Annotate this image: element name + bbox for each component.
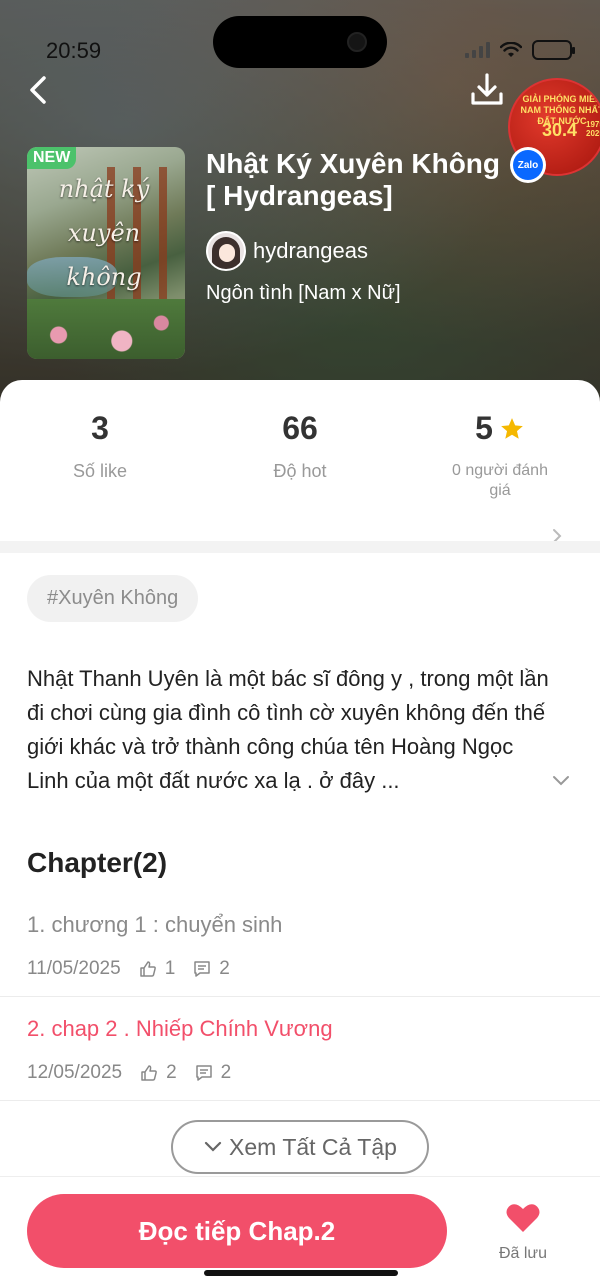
see-all-label: Xem Tất Cả Tập bbox=[229, 1133, 397, 1160]
chevron-down-icon bbox=[204, 1141, 222, 1152]
divider bbox=[0, 996, 600, 997]
saved-label: Đã lưu bbox=[498, 1245, 548, 1262]
likes-count: 3 bbox=[91, 410, 109, 446]
comment-icon bbox=[195, 1065, 212, 1081]
see-all-chapters-button[interactable]: Xem Tất Cả Tập bbox=[171, 1120, 429, 1174]
section-divider bbox=[0, 541, 600, 553]
chapter-comments: 2 bbox=[219, 958, 230, 979]
chapter-likes: 2 bbox=[166, 1062, 177, 1083]
new-badge: NEW bbox=[27, 147, 77, 169]
cover-title: nhật ký xuyên không bbox=[58, 175, 150, 291]
tag-chip[interactable]: #Xuyên Không bbox=[27, 575, 199, 622]
home-indicator bbox=[204, 1270, 398, 1276]
divider bbox=[0, 1100, 600, 1101]
dynamic-island bbox=[213, 16, 387, 68]
stat-hot: 66 Độ hot bbox=[200, 410, 400, 481]
heart-icon[interactable] bbox=[505, 1202, 541, 1234]
battery-icon bbox=[532, 40, 575, 60]
zalo-share-icon[interactable]: Zalo bbox=[510, 147, 546, 183]
status-time: 20:59 bbox=[46, 38, 102, 63]
stats-row: 3 Số like 66 Độ hot 5 0 người đánh giá bbox=[0, 410, 600, 543]
promo-years: 1975 2025 bbox=[586, 120, 600, 138]
comment-icon bbox=[194, 961, 211, 977]
download-icon[interactable] bbox=[468, 70, 506, 110]
author-name[interactable]: hydrangeas bbox=[253, 238, 368, 264]
bottom-action-bar: Đọc tiếp Chap.2 Đã lưu bbox=[0, 1176, 600, 1283]
chapter-comments: 2 bbox=[220, 1062, 232, 1083]
back-icon[interactable] bbox=[24, 70, 54, 110]
rating-label: 0 người đánh giá bbox=[452, 462, 548, 499]
story-genre: Ngôn tình [Nam x Nữ] bbox=[206, 282, 401, 304]
rating-value: 5 bbox=[475, 410, 493, 446]
cover-art bbox=[27, 299, 185, 359]
hot-count: 66 bbox=[282, 410, 318, 446]
likes-label: Số like bbox=[72, 461, 128, 481]
stat-likes: 3 Số like bbox=[0, 410, 200, 481]
chapters-heading: Chapter(2) bbox=[27, 847, 168, 878]
chapter-item[interactable]: 2. chap 2 . Nhiếp Chính Vương 12/05/2025… bbox=[27, 1016, 572, 1084]
chapter-date: 12/05/2025 bbox=[27, 1062, 123, 1083]
chapter-title: 1. chương 1 : chuyển sinh bbox=[27, 912, 283, 937]
story-cover: nhật ký xuyên không bbox=[27, 147, 185, 359]
thumbs-up-icon bbox=[139, 961, 156, 977]
hot-label: Độ hot bbox=[273, 461, 327, 481]
story-title: Nhật Ký Xuyên Không [ Hydrangeas] bbox=[206, 148, 501, 211]
author-avatar[interactable] bbox=[206, 231, 246, 271]
chevron-down-icon[interactable] bbox=[552, 774, 570, 788]
status-icons bbox=[465, 40, 575, 60]
continue-reading-button[interactable]: Đọc tiếp Chap.2 bbox=[27, 1194, 447, 1268]
wifi-icon bbox=[500, 42, 522, 57]
story-summary: Nhật Thanh Uyên là một bác sĩ đông y , t… bbox=[27, 666, 549, 793]
thumbs-up-icon bbox=[141, 1065, 157, 1081]
camera-icon bbox=[347, 32, 367, 52]
star-icon bbox=[501, 417, 523, 439]
signal-icon bbox=[465, 42, 490, 58]
stat-rating[interactable]: 5 0 người đánh giá bbox=[400, 410, 600, 501]
chapter-date: 11/05/2025 bbox=[27, 958, 121, 979]
chapter-meta: 12/05/2025 2 2 bbox=[27, 1062, 572, 1084]
chapter-title: 2. chap 2 . Nhiếp Chính Vương bbox=[27, 1016, 333, 1041]
chapter-meta: 11/05/2025 1 2 bbox=[27, 958, 572, 980]
promo-date: 30.4 bbox=[542, 120, 578, 140]
chapter-item[interactable]: 1. chương 1 : chuyển sinh 11/05/2025 1 2 bbox=[27, 912, 572, 980]
chapter-likes: 1 bbox=[164, 958, 176, 979]
